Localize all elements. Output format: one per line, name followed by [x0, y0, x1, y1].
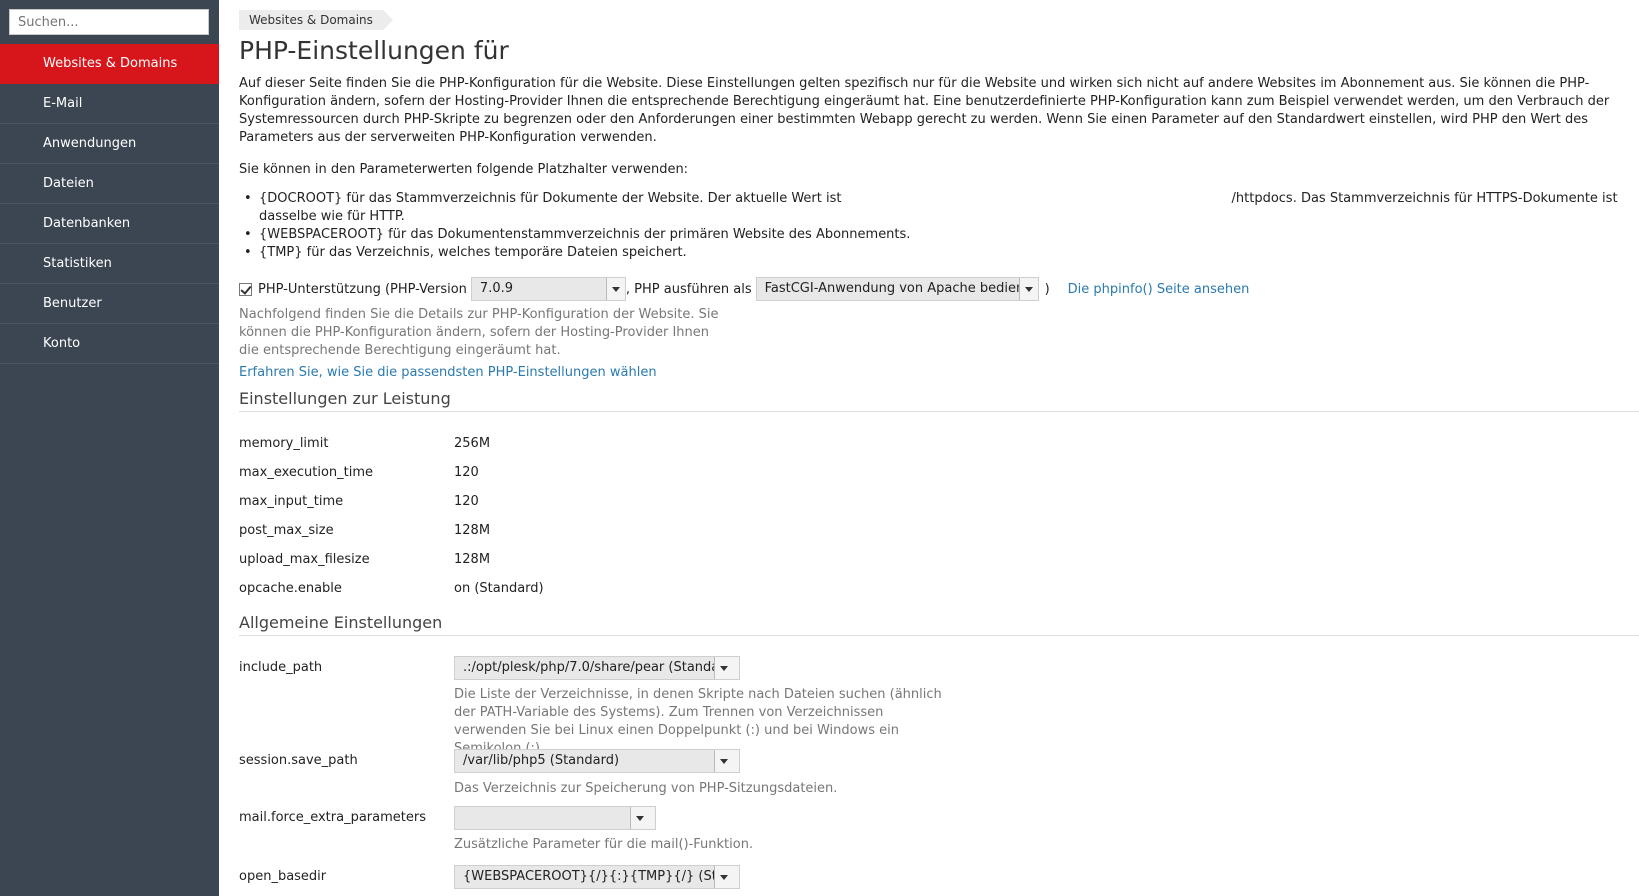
list-item: {TMP} für das Verzeichnis, welches tempo… — [239, 244, 1634, 262]
intro-text: Auf dieser Seite finden Sie die PHP-Konf… — [239, 76, 1610, 145]
session-save-path-label: session.save_path — [239, 753, 358, 768]
list-item: {WEBSPACEROOT} für das Dokumentenstammve… — [239, 226, 1634, 244]
mail-force-select[interactable] — [454, 806, 656, 830]
breadcrumb[interactable]: Websites & Domains — [239, 10, 393, 30]
phpinfo-link[interactable]: Die phpinfo() Seite ansehen — [1068, 282, 1250, 297]
sidebar-nav: Websites & Domains E-Mail Anwendungen Da… — [0, 44, 219, 364]
table-row: post_max_size 128M — [239, 523, 491, 538]
main-content: Websites & Domains PHP-Einstellungen für… — [239, 0, 1639, 896]
sidebar-item-users[interactable]: Benutzer — [0, 284, 219, 324]
sidebar-item-account[interactable]: Konto — [0, 324, 219, 364]
chevron-down-icon — [1018, 278, 1038, 300]
open-basedir-select[interactable]: {WEBSPACEROOT}{/}{:}{TMP}{/} (Standard) — [454, 865, 740, 889]
table-row: opcache.enable on (Standard) — [239, 581, 544, 596]
php-handler-select[interactable]: FastCGI-Anwendung von Apache bedient — [755, 277, 1039, 301]
section-general: Allgemeine Einstellungen — [239, 613, 1639, 636]
chevron-down-icon — [605, 278, 625, 300]
search-input[interactable] — [9, 9, 209, 35]
sidebar-item-applications[interactable]: Anwendungen — [0, 124, 219, 164]
placeholders-intro: Sie können in den Parameterwerten folgen… — [239, 162, 689, 177]
chevron-down-icon — [630, 807, 655, 829]
close-paren: ) — [1044, 281, 1050, 297]
page-title: PHP-Einstellungen für — [239, 36, 509, 65]
chevron-down-icon — [714, 750, 739, 772]
sidebar-item-statistics[interactable]: Statistiken — [0, 244, 219, 284]
php-support-checkbox[interactable] — [239, 282, 252, 296]
details-text: Nachfolgend finden Sie die Details zur P… — [239, 307, 719, 358]
sidebar-item-email[interactable]: E-Mail — [0, 84, 219, 124]
section-performance: Einstellungen zur Leistung — [239, 389, 1639, 412]
session-save-path-hint: Das Verzeichnis zur Speicherung von PHP-… — [454, 781, 838, 796]
session-save-path-select[interactable]: /var/lib/php5 (Standard) — [454, 749, 740, 773]
table-row: max_execution_time 120 — [239, 465, 479, 480]
include-path-label: include_path — [239, 660, 323, 675]
open-basedir-label: open_basedir — [239, 869, 327, 884]
sidebar-item-websites-domains[interactable]: Websites & Domains — [0, 44, 219, 84]
table-row: upload_max_filesize 128M — [239, 552, 491, 567]
table-row: max_input_time 120 — [239, 494, 479, 509]
include-path-select[interactable]: .:/opt/plesk/php/7.0/share/pear (Standar… — [454, 656, 740, 680]
learn-more-link[interactable]: Erfahren Sie, wie Sie die passendsten PH… — [239, 365, 657, 380]
chevron-down-icon — [714, 866, 739, 888]
list-item: {DOCROOT} für das Stammverzeichnis für D… — [239, 190, 1634, 226]
sidebar-item-files[interactable]: Dateien — [0, 164, 219, 204]
placeholder-list: {DOCROOT} für das Stammverzeichnis für D… — [239, 190, 1634, 262]
mail-force-label: mail.force_extra_parameters — [239, 810, 426, 825]
mail-force-hint: Zusätzliche Parameter für die mail()-Fun… — [454, 837, 754, 852]
run-as-label: , PHP ausführen als — [625, 281, 752, 297]
include-path-hint: Die Liste der Verzeichnisse, in denen Sk… — [454, 687, 942, 756]
php-support-label: PHP-Unterstützung (PHP-Version — [258, 281, 467, 297]
chevron-down-icon — [714, 657, 739, 679]
php-version-select[interactable]: 7.0.9 — [470, 277, 626, 301]
sidebar-item-databases[interactable]: Datenbanken — [0, 204, 219, 244]
php-support-row: PHP-Unterstützung (PHP-Version 7.0.9 , P… — [239, 277, 1249, 301]
table-row: memory_limit 256M — [239, 436, 491, 451]
sidebar: Websites & Domains E-Mail Anwendungen Da… — [0, 0, 219, 896]
